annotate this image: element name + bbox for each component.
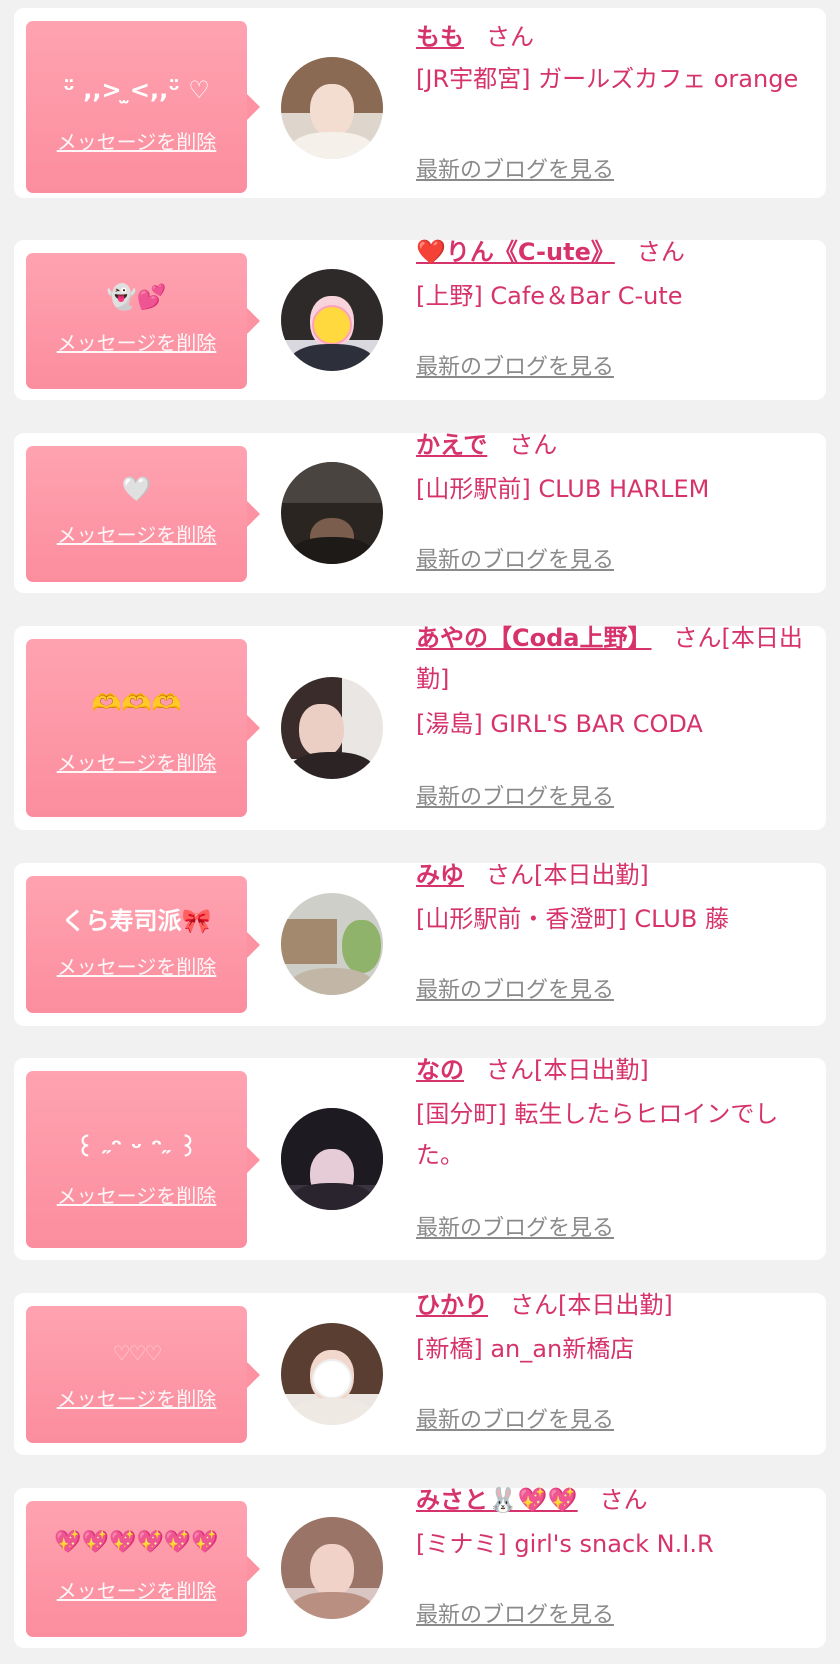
name-line: みさと🐰💖💖 さん — [416, 1480, 826, 1521]
name-line: あやの【Coda上野】 さん[本日出勤] — [416, 618, 826, 700]
message-card: 🤍 メッセージを削除 かえで さん [山形駅前] CLUB HARLEM 最新のブ… — [14, 431, 826, 593]
cast-name-link[interactable]: なの — [416, 1056, 464, 1084]
message-text: 👻💕 — [106, 283, 167, 311]
delete-message-link[interactable]: メッセージを削除 — [26, 129, 247, 155]
name-line: かえで さん — [416, 425, 826, 466]
message-card: 💖💖💖💖💖💖 メッセージを削除 みさと🐰💖💖 さん [ミナミ] girl's sn… — [14, 1486, 826, 1648]
honorific-label: さん — [636, 238, 685, 266]
cast-name-link[interactable]: あやの【Coda上野】 — [416, 624, 651, 652]
cast-name-link[interactable]: ❤️りん《C-ute》 — [416, 238, 615, 266]
cast-name-link[interactable]: みさと🐰💖💖 — [416, 1486, 578, 1514]
avatar[interactable] — [281, 1108, 383, 1210]
message-bubble: 💖💖💖💖💖💖 メッセージを削除 — [26, 1501, 260, 1637]
message-text: 🫶🫶🫶 — [91, 689, 182, 717]
message-bubble: くら寿司派🎀 メッセージを削除 — [26, 876, 260, 1013]
shop-label: [湯島] GIRL'S BAR CODA — [416, 710, 703, 738]
cast-name-link[interactable]: もも — [416, 23, 464, 51]
message-bubble: 👻💕 メッセージを削除 — [26, 253, 260, 389]
message-list: ᵕ̈ ,,> ̫<,,ᵕ̈ ♡ メッセージを削除 もも さん [JR宇都宮] ガー… — [0, 0, 840, 1664]
avatar[interactable] — [281, 462, 383, 564]
latest-blog-link[interactable]: 最新のブログを見る — [416, 976, 614, 1006]
status-label: [本日出勤] — [558, 1291, 673, 1319]
message-card: 🫶🫶🫶 メッセージを削除 あやの【Coda上野】 さん[本日出勤] [湯島] GI… — [14, 624, 826, 830]
message-card: 👻💕 メッセージを削除 ❤️りん《C-ute》 さん [上野] Cafe＆Bar … — [14, 238, 826, 400]
shop-label: [山形駅前] CLUB HARLEM — [416, 475, 710, 503]
delete-message-link[interactable]: メッセージを削除 — [26, 330, 247, 356]
delete-message-link[interactable]: メッセージを削除 — [26, 750, 247, 776]
latest-blog-link[interactable]: 最新のブログを見る — [416, 783, 614, 813]
cast-name-link[interactable]: かえで — [416, 431, 487, 459]
avatar[interactable] — [281, 269, 383, 371]
avatar[interactable] — [281, 677, 383, 779]
honorific-label: さん — [599, 1486, 648, 1514]
avatar[interactable] — [281, 57, 383, 159]
message-card: ♡♡♡ メッセージを削除 ひかり さん[本日出勤] [新橋] an_an新橋店 最… — [14, 1291, 826, 1455]
message-text: ♡♡♡ — [112, 1341, 163, 1365]
name-line: ひかり さん[本日出勤] — [416, 1285, 826, 1326]
message-text: くら寿司派🎀 — [61, 907, 212, 935]
latest-blog-link[interactable]: 最新のブログを見る — [416, 156, 614, 186]
shop-label: [JR宇都宮] ガールズカフェ orange — [416, 65, 799, 93]
shop-label: [国分町] 転生したらヒロインでした。 — [416, 1100, 779, 1169]
delete-message-link[interactable]: メッセージを削除 — [26, 954, 247, 980]
message-text: 💖💖💖💖💖💖 — [54, 1530, 219, 1555]
latest-blog-link[interactable]: 最新のブログを見る — [416, 1214, 614, 1244]
shop-label: [ミナミ] girl's snack N.I.R — [416, 1530, 714, 1558]
latest-blog-link[interactable]: 最新のブログを見る — [416, 353, 614, 383]
status-label: [本日出勤] — [534, 1056, 649, 1084]
honorific-label: さん — [486, 1056, 534, 1084]
message-card: ꒰ ˶ᵔ ᵕ ᵔ˶ ꒱ メッセージを削除 なの さん[本日出勤] [国分町] 転生… — [14, 1056, 826, 1260]
message-bubble: 🤍 メッセージを削除 — [26, 446, 260, 582]
message-bubble: ᵕ̈ ,,> ̫<,,ᵕ̈ ♡ メッセージを削除 — [26, 21, 260, 193]
avatar[interactable] — [281, 1517, 383, 1619]
latest-blog-link[interactable]: 最新のブログを見る — [416, 1406, 614, 1436]
shop-label: [新橋] an_an新橋店 — [416, 1335, 635, 1363]
shop-label: [山形駅前・香澄町] CLUB 藤 — [416, 905, 729, 933]
name-line: ❤️りん《C-ute》 さん — [416, 232, 826, 273]
honorific-label: さん — [486, 23, 534, 51]
message-text: ꒰ ˶ᵔ ᵕ ᵔ˶ ꒱ — [75, 1134, 198, 1162]
message-text: ᵕ̈ ,,> ̫<,,ᵕ̈ ♡ — [63, 76, 210, 104]
message-bubble: 🫶🫶🫶 メッセージを削除 — [26, 639, 260, 817]
name-line: もも さん — [416, 17, 826, 58]
message-card: ᵕ̈ ,,> ̫<,,ᵕ̈ ♡ メッセージを削除 もも さん [JR宇都宮] ガー… — [14, 8, 826, 198]
message-card: くら寿司派🎀 メッセージを削除 みゆ さん[本日出勤] [山形駅前・香澄町] CL… — [14, 861, 826, 1026]
honorific-label: さん — [486, 861, 534, 889]
delete-message-link[interactable]: メッセージを削除 — [26, 1386, 247, 1412]
delete-message-link[interactable]: メッセージを削除 — [26, 1183, 247, 1209]
delete-message-link[interactable]: メッセージを削除 — [26, 1578, 247, 1604]
cast-name-link[interactable]: ひかり — [416, 1291, 488, 1319]
avatar[interactable] — [281, 893, 383, 995]
status-label: [本日出勤] — [534, 861, 649, 889]
honorific-label: さん — [673, 624, 722, 652]
honorific-label: さん — [509, 431, 558, 459]
shop-label: [上野] Cafe＆Bar C-ute — [416, 282, 683, 310]
name-line: なの さん[本日出勤] — [416, 1050, 826, 1091]
message-text: 🤍 — [121, 475, 152, 503]
cast-name-link[interactable]: みゆ — [416, 861, 464, 889]
latest-blog-link[interactable]: 最新のブログを見る — [416, 1601, 614, 1631]
avatar[interactable] — [281, 1323, 383, 1425]
honorific-label: さん — [510, 1291, 558, 1319]
message-bubble: ♡♡♡ メッセージを削除 — [26, 1306, 260, 1443]
name-line: みゆ さん[本日出勤] — [416, 855, 826, 896]
delete-message-link[interactable]: メッセージを削除 — [26, 522, 247, 548]
message-bubble: ꒰ ˶ᵔ ᵕ ᵔ˶ ꒱ メッセージを削除 — [26, 1071, 260, 1248]
latest-blog-link[interactable]: 最新のブログを見る — [416, 546, 614, 576]
